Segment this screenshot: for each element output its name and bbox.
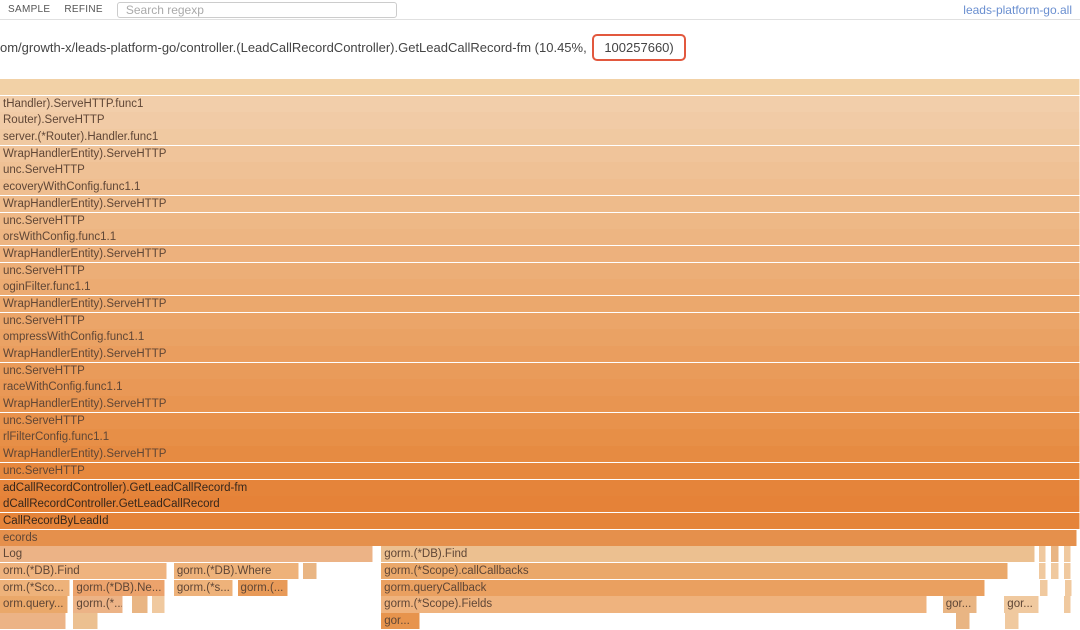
search-input[interactable]: Search regexp	[117, 2, 397, 18]
flame-frame[interactable]: gorm.(*...	[73, 596, 123, 612]
flame-frame[interactable]: ecords	[0, 530, 1077, 546]
flame-frame[interactable]: unc.ServeHTTP	[0, 263, 1080, 279]
flame-frame[interactable]: unc.ServeHTTP	[0, 363, 1080, 379]
flame-frame[interactable]: gorm.(*DB).Where	[174, 563, 299, 579]
flame-frame[interactable]: gorm.(*DB).Ne...	[73, 580, 165, 596]
flame-frame[interactable]: oginFilter.func1.1	[0, 279, 1080, 295]
flame-frame[interactable]: gorm.(*DB).Find	[381, 546, 1034, 562]
flame-frame[interactable]: WrapHandlerEntity).ServeHTTP	[0, 396, 1080, 412]
flame-frame[interactable]: orm.query...	[0, 596, 68, 612]
flame-frame[interactable]: adCallRecordController).GetLeadCallRecor…	[0, 480, 1080, 496]
flame-frame[interactable]	[132, 596, 148, 612]
sample-button[interactable]: SAMPLE	[8, 4, 50, 15]
flame-frame[interactable]	[303, 563, 317, 579]
flame-frame[interactable]: orm.(*DB).Find	[0, 563, 167, 579]
flame-frame[interactable]: WrapHandlerEntity).ServeHTTP	[0, 146, 1080, 162]
flame-frame[interactable]	[152, 596, 165, 612]
flame-frame[interactable]: tHandler).ServeHTTP.func1	[0, 96, 1080, 112]
breadcrumb-path: om/growth-x/leads-platform-go/controller…	[0, 40, 587, 55]
flame-frame[interactable]: WrapHandlerEntity).ServeHTTP	[0, 196, 1080, 212]
breadcrumb: om/growth-x/leads-platform-go/controller…	[0, 20, 1080, 79]
flame-frame[interactable]	[0, 613, 66, 629]
flame-frame[interactable]: rlFilterConfig.func1.1	[0, 429, 1080, 445]
flame-frame[interactable]	[1040, 580, 1048, 596]
flame-frame[interactable]	[1064, 596, 1072, 612]
flamegraph[interactable]: tHandler).ServeHTTP.func1 Router).ServeH…	[0, 79, 1080, 629]
flame-frame[interactable]: unc.ServeHTTP	[0, 213, 1080, 229]
flame-frame[interactable]: gorm.queryCallback	[381, 580, 985, 596]
flame-frame[interactable]	[956, 613, 970, 629]
flame-frame[interactable]: raceWithConfig.func1.1	[0, 379, 1080, 395]
flame-frame[interactable]: dCallRecordController.GetLeadCallRecord	[0, 496, 1080, 512]
flame-frame[interactable]: orsWithConfig.func1.1	[0, 229, 1080, 245]
toolbar: SAMPLE REFINE Search regexp leads-platfo…	[0, 0, 1080, 20]
flame-frame[interactable]: gor...	[381, 613, 420, 629]
flame-frame[interactable]	[1064, 546, 1072, 562]
flame-frame[interactable]: unc.ServeHTTP	[0, 413, 1080, 429]
flame-frame[interactable]: WrapHandlerEntity).ServeHTTP	[0, 346, 1080, 362]
flame-frame[interactable]: WrapHandlerEntity).ServeHTTP	[0, 296, 1080, 312]
flame-frame[interactable]: Log	[0, 546, 373, 562]
flame-frame[interactable]	[0, 79, 1080, 95]
breadcrumb-highlight: 100257660)	[592, 34, 685, 61]
flame-frame[interactable]	[1065, 580, 1073, 596]
flame-frame[interactable]: Router).ServeHTTP	[0, 112, 1080, 128]
flame-frame[interactable]: gor...	[943, 596, 978, 612]
flame-frame[interactable]	[1039, 563, 1047, 579]
flame-frame[interactable]	[1039, 546, 1047, 562]
flame-frame[interactable]	[1051, 546, 1060, 562]
flame-frame[interactable]: WrapHandlerEntity).ServeHTTP	[0, 446, 1080, 462]
flame-frame[interactable]: unc.ServeHTTP	[0, 313, 1080, 329]
flame-frame[interactable]: gorm.(...	[238, 580, 289, 596]
flame-frame[interactable]: gorm.(*Scope).callCallbacks	[381, 563, 1007, 579]
flame-frame[interactable]: unc.ServeHTTP	[0, 463, 1080, 479]
flame-frame[interactable]: WrapHandlerEntity).ServeHTTP	[0, 246, 1080, 262]
flame-frame[interactable]: gorm.(*s...	[174, 580, 233, 596]
flame-frame[interactable]: CallRecordByLeadId	[0, 513, 1080, 529]
refine-button[interactable]: REFINE	[64, 4, 102, 15]
flame-frame[interactable]: ompressWithConfig.func1.1	[0, 329, 1080, 345]
flame-frame[interactable]: unc.ServeHTTP	[0, 162, 1080, 178]
flame-frame[interactable]	[1005, 613, 1019, 629]
flame-frame[interactable]: gorm.(*Scope).Fields	[381, 596, 926, 612]
flame-frame[interactable]	[1064, 563, 1072, 579]
flame-frame[interactable]	[1051, 563, 1060, 579]
flame-frame[interactable]: orm.(*Sco...	[0, 580, 70, 596]
flame-frame[interactable]: server.(*Router).Handler.func1	[0, 129, 1080, 145]
module-link[interactable]: leads-platform-go.all	[963, 3, 1072, 17]
flame-frame[interactable]: ecoveryWithConfig.func1.1	[0, 179, 1080, 195]
flame-frame[interactable]	[73, 613, 98, 629]
flame-frame[interactable]: gor...	[1004, 596, 1039, 612]
